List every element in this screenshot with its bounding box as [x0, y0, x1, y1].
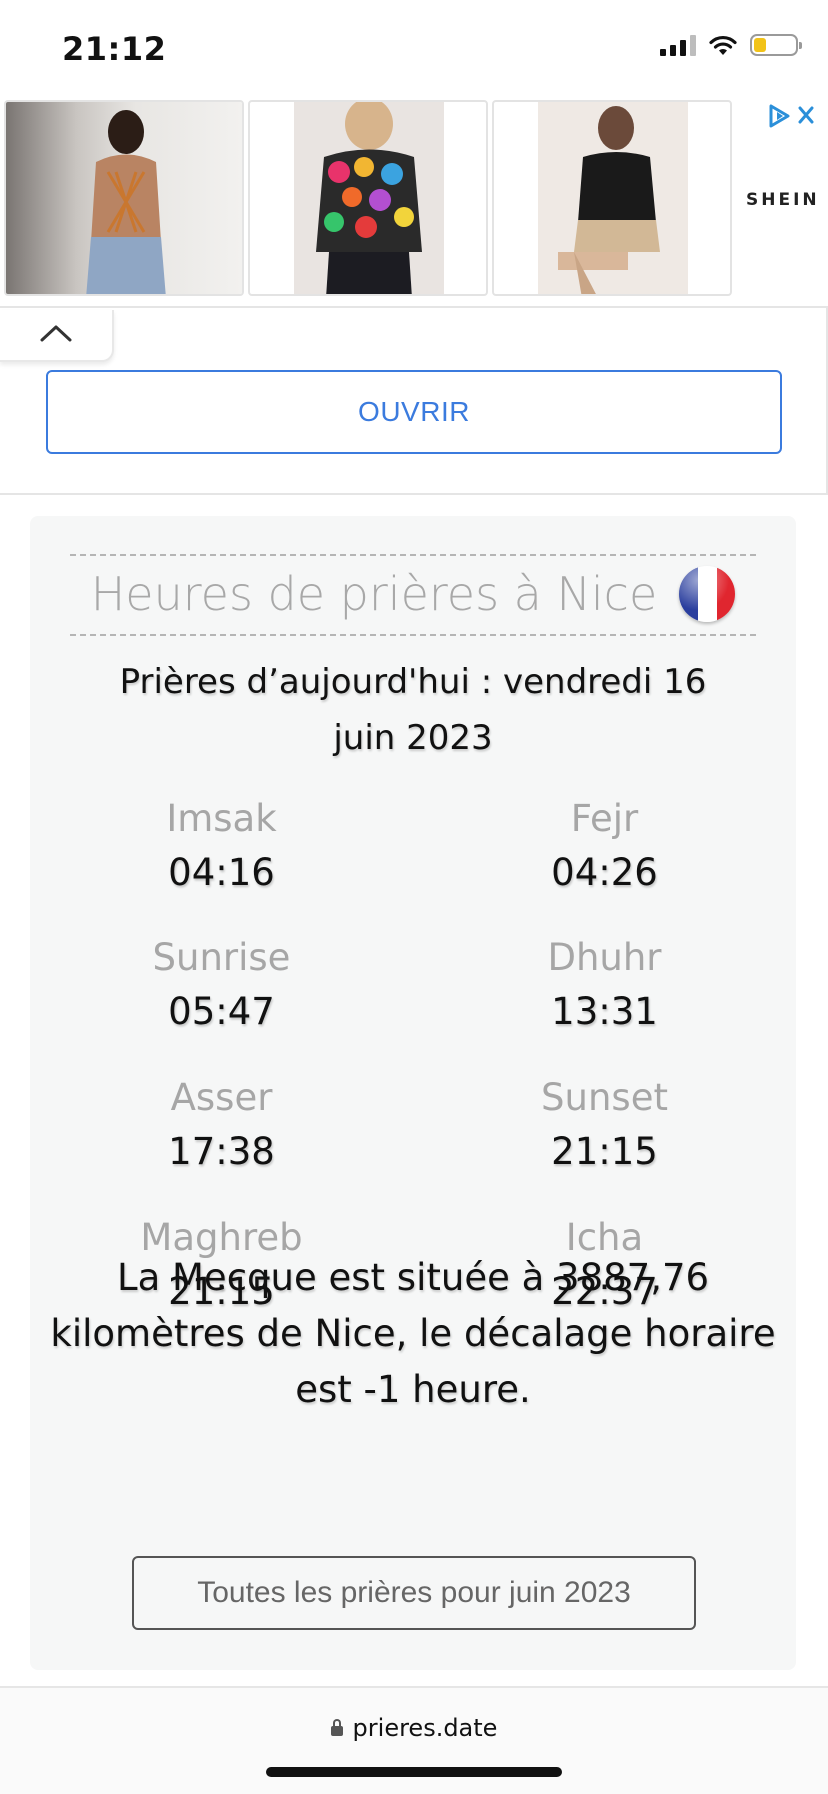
browser-address-bar[interactable]: prieres.date	[0, 1686, 828, 1794]
cellular-signal-icon	[660, 34, 696, 56]
prayer-item: Sunrise 05:47	[30, 933, 413, 1041]
ad-carousel[interactable]: SHEIN	[0, 98, 828, 302]
chevron-up-icon	[40, 325, 72, 342]
card-header: Heures de prières à Nice	[30, 554, 796, 634]
ad-brand-logo[interactable]: SHEIN	[746, 190, 820, 210]
ad-product-image-1[interactable]	[4, 100, 244, 296]
lock-icon	[330, 1719, 343, 1736]
collapse-ad-button[interactable]	[0, 310, 114, 362]
prayer-item: Fejr 04:26	[413, 794, 796, 902]
prayer-time: 17:38	[168, 1130, 275, 1173]
prayer-time: 04:16	[168, 851, 275, 894]
status-icons	[660, 34, 802, 56]
prayer-name: Fejr	[570, 797, 639, 840]
month-prayers-button[interactable]: Toutes les prières pour juin 2023	[132, 1556, 696, 1630]
url-display[interactable]: prieres.date	[0, 1714, 828, 1742]
prayer-time: 05:47	[168, 990, 275, 1033]
prayer-time: 04:26	[551, 851, 658, 894]
battery-icon	[750, 34, 802, 56]
ad-banner: SHEIN OUVRIR	[0, 98, 828, 496]
floral-top-icon	[316, 102, 422, 294]
prayer-item: Asser 17:38	[30, 1073, 413, 1181]
prayer-time: 21:15	[551, 1130, 658, 1173]
ad-product-image-3[interactable]	[492, 100, 732, 296]
page-title: Heures de prières à Nice	[90, 567, 658, 621]
today-date: Prières d’aujourd'hui : vendredi 16 juin…	[119, 662, 707, 758]
prayer-name: Sunrise	[152, 936, 291, 979]
prayer-time: 13:31	[551, 990, 658, 1033]
dashed-divider	[70, 634, 756, 636]
url-text: prieres.date	[352, 1714, 498, 1742]
tshirt-model-icon	[558, 106, 660, 294]
open-ad-button[interactable]: OUVRIR	[46, 370, 782, 454]
close-icon	[798, 106, 814, 124]
prayer-times-card: Heures de prières à Nice Prières d’aujou…	[30, 516, 796, 1670]
prayer-item: Imsak 04:16	[30, 794, 413, 902]
home-indicator[interactable]	[266, 1767, 562, 1777]
divider	[0, 306, 828, 308]
mecca-distance-info: La Mecque est située à 3887,76 kilomètre…	[50, 1256, 776, 1411]
prayer-name: Sunset	[541, 1076, 668, 1119]
status-bar: 21:12	[0, 0, 828, 98]
status-time: 21:12	[62, 30, 167, 68]
prayer-item: Dhuhr 13:31	[413, 933, 796, 1041]
prayer-name: Asser	[170, 1076, 273, 1119]
wifi-icon	[709, 35, 737, 55]
battery-level	[754, 38, 766, 52]
divider	[0, 493, 828, 495]
france-flag-icon	[679, 566, 736, 622]
prayer-name: Dhuhr	[547, 936, 662, 979]
model-figure-icon	[86, 110, 166, 294]
prayer-item: Sunset 21:15	[413, 1073, 796, 1181]
ad-product-image-2[interactable]	[248, 100, 488, 296]
adchoices-icon[interactable]	[768, 102, 818, 132]
prayer-name: Imsak	[166, 797, 277, 840]
